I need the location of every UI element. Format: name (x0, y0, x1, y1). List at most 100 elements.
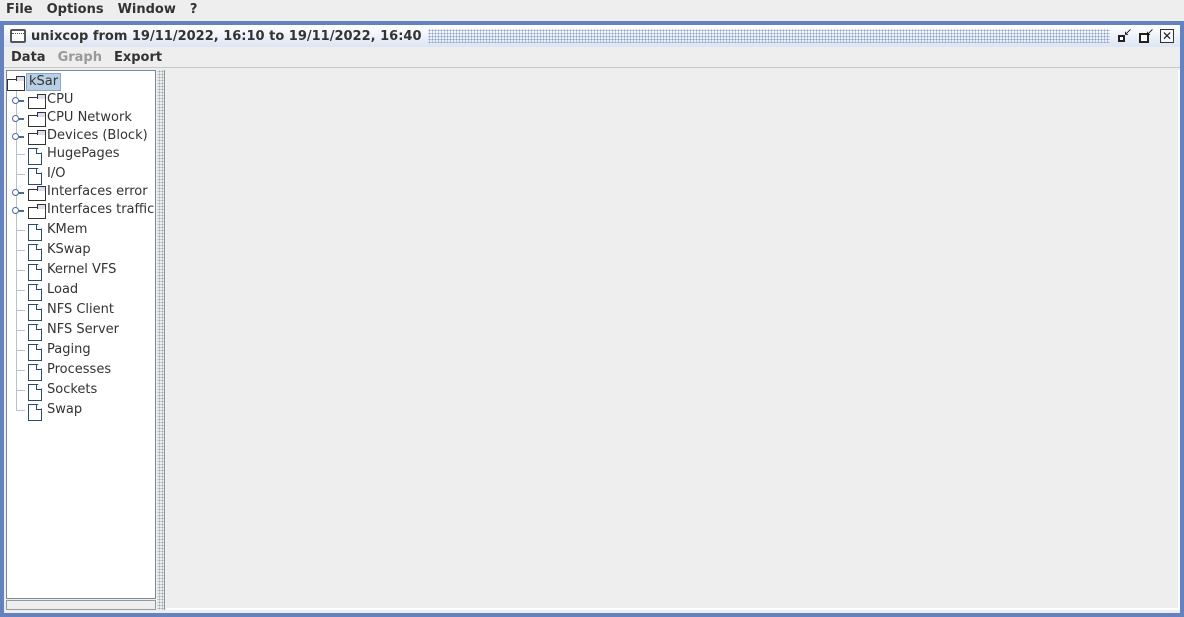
tree-item[interactable]: Swap (7, 401, 155, 419)
tree-item[interactable]: Paging (7, 341, 155, 361)
menu-data[interactable]: Data (4, 50, 52, 65)
document-icon (28, 384, 42, 400)
window-menubar: Data Graph Export (4, 47, 1180, 68)
menu-window[interactable]: Window (111, 0, 183, 20)
tree-item[interactable]: Interfaces error (7, 183, 155, 201)
document-icon (28, 224, 42, 240)
tree-line (16, 290, 25, 291)
divider-line (164, 70, 165, 610)
tree-item-label: Devices (Block) (47, 128, 148, 143)
tree-item-label: Swap (47, 402, 83, 417)
tree-line (16, 221, 17, 241)
tree-item-label: CPU Network (47, 110, 132, 125)
expand-handle-stem (19, 118, 24, 120)
horizontal-scrollbar[interactable] (6, 600, 156, 610)
close-button[interactable]: ✕ (1160, 29, 1174, 43)
tree-item[interactable]: Processes (7, 361, 155, 381)
tree-item[interactable]: CPU Network (7, 109, 155, 127)
expand-handle-icon[interactable] (12, 189, 19, 196)
tree-item[interactable]: Interfaces traffic (7, 201, 155, 221)
document-icon (28, 264, 42, 280)
tree-item-label: NFS Client (47, 302, 114, 317)
tree-item[interactable]: NFS Client (7, 301, 155, 321)
expand-handle-icon[interactable] (12, 207, 19, 214)
folder-icon (28, 94, 46, 109)
tree-item[interactable]: CPU (7, 91, 155, 109)
tree-item[interactable]: Sockets (7, 381, 155, 401)
expand-handle-icon[interactable] (12, 133, 19, 140)
close-icon: ✕ (1161, 29, 1173, 43)
app-menubar: File Options Window ? (0, 0, 1184, 20)
tree-item[interactable]: Load (7, 281, 155, 301)
window-content: Data Graph Export kSar CPU CPU Network Dev… (4, 47, 1180, 613)
tree-item-label: Processes (47, 362, 112, 377)
tree-panel: kSar CPU CPU Network Devices (Block) HugePa… (6, 70, 156, 599)
tree-item-label: KMem (47, 222, 88, 237)
tree-item-label: I/O (47, 166, 66, 181)
document-icon (28, 364, 42, 380)
expand-handle-stem (19, 210, 24, 212)
tree-line (16, 270, 25, 271)
window-titlebar[interactable]: unixcop from 19/11/2022, 16:10 to 19/11/… (4, 25, 1180, 47)
document-icon (28, 148, 42, 164)
tree-line (16, 145, 17, 165)
tree-line (16, 310, 25, 311)
tree-item[interactable]: Devices (Block) (7, 127, 155, 145)
tree-item[interactable]: HugePages (7, 145, 155, 165)
iconify-button[interactable]: ↙ (1116, 28, 1132, 44)
tree-line (16, 241, 17, 261)
tree-line (16, 301, 17, 321)
internal-frame: unixcop from 19/11/2022, 16:10 to 19/11/… (0, 21, 1184, 617)
tree-item-label: Interfaces traffic (47, 202, 155, 217)
expand-handle-icon[interactable] (12, 115, 19, 122)
tree-line (16, 370, 25, 371)
graph-panel (166, 70, 1180, 610)
document-icon (28, 404, 42, 420)
tree-line (16, 174, 25, 175)
menu-help[interactable]: ? (183, 0, 205, 20)
document-icon (28, 344, 42, 360)
tree-line (16, 261, 17, 281)
tree-line (16, 250, 25, 251)
tree-line (16, 361, 17, 381)
tree-item[interactable]: NFS Server (7, 321, 155, 341)
maximize-button[interactable]: ↙ (1138, 28, 1154, 44)
document-icon (28, 168, 42, 184)
window-icon (10, 29, 26, 43)
window-title: unixcop from 19/11/2022, 16:10 to 19/11/… (31, 28, 422, 44)
menu-export[interactable]: Export (108, 50, 168, 65)
tree-item-label: KSwap (47, 242, 91, 257)
tree-line (16, 321, 17, 341)
expand-handle-stem (19, 136, 24, 138)
tree-line (16, 281, 17, 301)
tree-line (16, 381, 17, 401)
folder-icon (28, 186, 46, 201)
expand-handle-stem (19, 192, 24, 194)
tree-item[interactable]: KMem (7, 221, 155, 241)
folder-icon (28, 112, 46, 127)
tree-line (16, 350, 25, 351)
tree-item-label: Load (47, 282, 79, 297)
tree-line (16, 390, 25, 391)
tree-item-label: Sockets (47, 382, 98, 397)
tree-line (16, 410, 25, 411)
tree-item[interactable]: Kernel VFS (7, 261, 155, 281)
folder-icon (28, 204, 46, 219)
tree-item[interactable]: KSwap (7, 241, 155, 261)
tree-item-label: NFS Server (47, 322, 119, 337)
tree-root-label: kSar (26, 73, 62, 91)
tree-item[interactable]: I/O (7, 165, 155, 183)
tree-root[interactable]: kSar (7, 73, 62, 91)
menu-graph: Graph (57, 49, 102, 65)
tree-line (16, 154, 25, 155)
tree-line (16, 330, 25, 331)
menu-options[interactable]: Options (40, 0, 111, 20)
expand-handle-icon[interactable] (12, 97, 19, 104)
tree-item-label: HugePages (47, 146, 120, 161)
expand-handle-stem (19, 100, 24, 102)
tree-line (16, 341, 17, 361)
arrow-icon: ↙ (1145, 27, 1154, 38)
document-icon (28, 284, 42, 300)
tree-item-label: Kernel VFS (47, 262, 117, 277)
menu-file[interactable]: File (0, 0, 40, 20)
